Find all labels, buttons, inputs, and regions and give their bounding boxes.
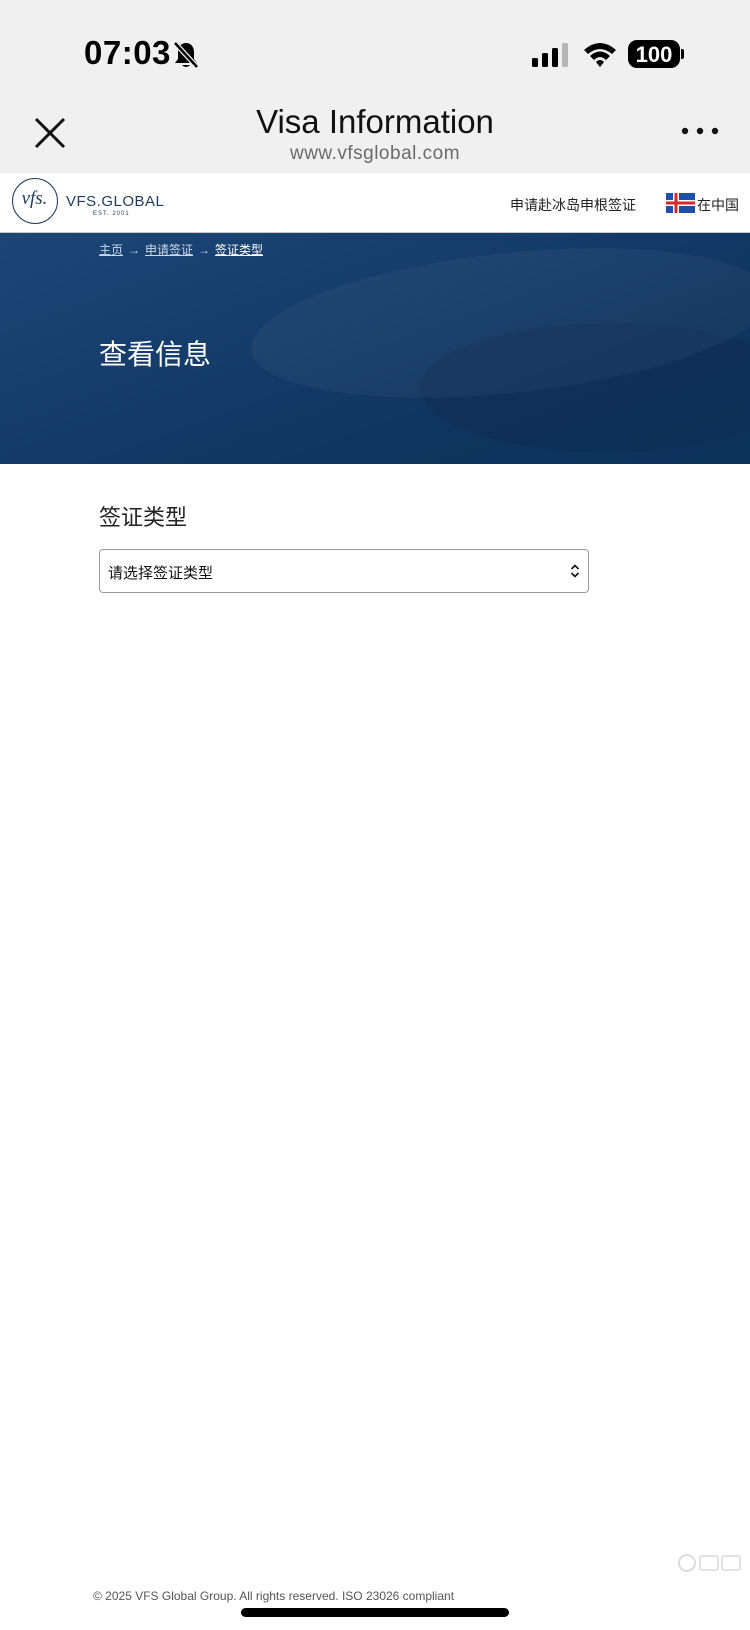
breadcrumb-separator: →	[198, 243, 211, 257]
more-icon[interactable]	[680, 123, 720, 139]
region-label[interactable]: 在中国	[697, 195, 739, 215]
signal-icon	[532, 43, 568, 67]
breadcrumb-visa-type[interactable]: 签证类型	[215, 243, 263, 257]
watermark-logo	[678, 1554, 741, 1572]
logo-mark: vfs.	[21, 188, 48, 209]
logo-est: EST. 2001	[93, 211, 130, 217]
bell-slash-icon	[173, 41, 199, 69]
site-header: vfs. VFS.GLOBAL EST. 2001 申请赴冰岛申根签证 在中国	[0, 173, 750, 233]
apply-country-label[interactable]: 申请赴冰岛申根签证	[510, 195, 636, 215]
visa-type-select-value: 请选择签证类型	[108, 565, 214, 582]
visa-type-label: 签证类型	[99, 505, 188, 530]
chevron-up-down-icon	[570, 564, 580, 578]
breadcrumb: 主页 → 申请签证 → 签证类型	[99, 241, 263, 258]
status-time: 07:03	[84, 34, 171, 71]
logo-text: VFS.GLOBAL	[66, 193, 165, 210]
home-indicator[interactable]	[241, 1608, 509, 1617]
breadcrumb-home[interactable]: 主页	[99, 243, 123, 257]
footer-copyright: © 2025 VFS Global Group. All rights rese…	[93, 1589, 455, 1603]
battery-level: 100	[635, 42, 673, 67]
battery-icon: 100	[628, 40, 684, 68]
status-bar: 07:03 100	[0, 0, 750, 95]
vfs-logo[interactable]: vfs.	[12, 178, 58, 224]
page-url: www.vfsglobal.com	[289, 143, 461, 164]
breadcrumb-separator: →	[128, 243, 141, 257]
hero-title: 查看信息	[99, 339, 212, 370]
breadcrumb-apply-visa[interactable]: 申请签证	[145, 243, 193, 257]
iceland-flag-icon	[666, 193, 695, 213]
wifi-icon	[584, 43, 616, 67]
browser-header: Visa Information www.vfsglobal.com	[0, 95, 750, 173]
page-title: Visa Information	[256, 103, 494, 140]
visa-type-select[interactable]: 请选择签证类型	[99, 549, 589, 593]
hero-banner: 主页 → 申请签证 → 签证类型 查看信息	[0, 233, 750, 464]
